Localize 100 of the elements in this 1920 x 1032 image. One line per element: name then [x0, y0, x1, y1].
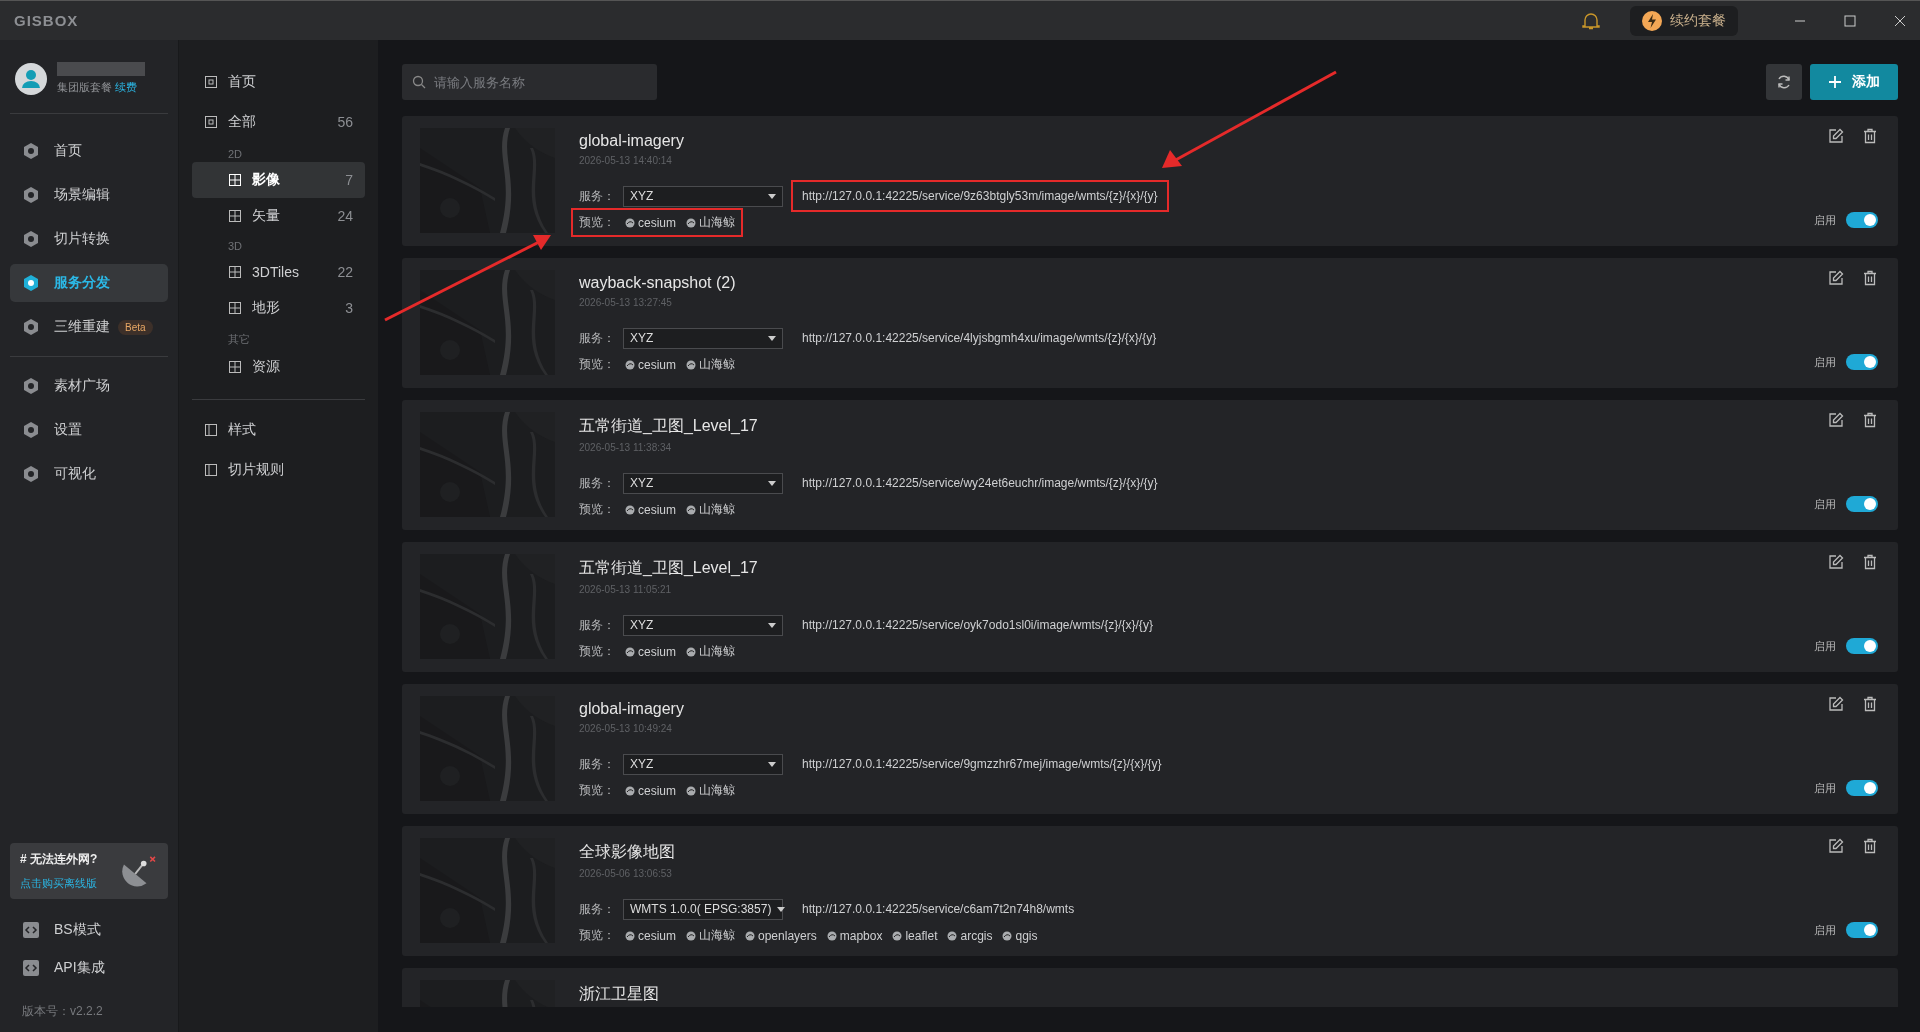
- preview-link[interactable]: cesium: [625, 644, 676, 659]
- service-type-dropdown[interactable]: XYZ: [623, 753, 783, 775]
- preview-link[interactable]: 山海鲸: [686, 927, 735, 944]
- service-url[interactable]: http://127.0.0.1:42225/service/wy24et6euchr/image/wmts/{z}/{x}/{y}: [799, 473, 1161, 493]
- delete-icon[interactable]: [1862, 128, 1878, 144]
- caret-icon: [768, 761, 776, 767]
- preview-link[interactable]: qgis: [1002, 928, 1038, 943]
- hexagon-icon: [22, 230, 40, 248]
- grid-icon: [228, 360, 242, 374]
- service-type-dropdown[interactable]: XYZ: [623, 185, 783, 207]
- promo-title: # 无法连外网?: [20, 851, 98, 868]
- renew-plan-button[interactable]: 续约套餐: [1630, 5, 1738, 36]
- category-item[interactable]: 矢量 24: [192, 198, 365, 234]
- search-field[interactable]: 请输入服务名称: [402, 64, 657, 100]
- service-type-dropdown[interactable]: XYZ: [623, 327, 783, 349]
- delete-icon[interactable]: [1862, 554, 1878, 570]
- caret-icon: [768, 193, 776, 199]
- enable-label: 启用: [1814, 212, 1836, 228]
- service-type-dropdown[interactable]: XYZ: [623, 614, 783, 636]
- preview-link[interactable]: 山海鲸: [686, 214, 735, 231]
- maximize-icon[interactable]: [1844, 14, 1856, 27]
- service-url[interactable]: http://127.0.0.1:42225/service/c6am7t2n74h8/wmts: [799, 899, 1078, 919]
- nav-item[interactable]: 素材广场: [10, 367, 168, 405]
- delete-icon[interactable]: [1862, 412, 1878, 428]
- preview-link[interactable]: cesium: [625, 357, 676, 372]
- bell-icon[interactable]: [1582, 10, 1600, 31]
- enable-toggle[interactable]: [1846, 496, 1878, 512]
- nav-item[interactable]: 首页: [10, 132, 168, 170]
- service-name: 五常街道_卫图_Level_17: [579, 416, 759, 436]
- category-item[interactable]: 地形 3: [192, 290, 365, 326]
- enable-toggle[interactable]: [1846, 354, 1878, 370]
- preview-link[interactable]: 山海鲸: [686, 501, 735, 518]
- preview-label: 预览：: [579, 501, 615, 518]
- preview-link[interactable]: arcgis: [947, 928, 993, 943]
- caret-icon: [768, 622, 776, 628]
- category-item[interactable]: 首页: [192, 62, 365, 102]
- category-item[interactable]: 全部 56: [192, 102, 365, 142]
- enable-toggle[interactable]: [1846, 212, 1878, 228]
- category-item[interactable]: 切片规则: [192, 450, 365, 490]
- preview-link[interactable]: 山海鲸: [686, 643, 735, 660]
- preview-link[interactable]: leaflet: [892, 928, 938, 943]
- engine-icon: [826, 930, 837, 941]
- enable-toggle[interactable]: [1846, 638, 1878, 654]
- service-name: 全球影像地图: [579, 842, 676, 862]
- renew-link[interactable]: 续费: [115, 81, 138, 93]
- service-label: 服务：: [579, 474, 615, 492]
- preview-link[interactable]: cesium: [625, 928, 676, 943]
- grid-icon: [228, 301, 242, 315]
- preview-label: 预览：: [579, 356, 615, 373]
- preview-link[interactable]: cesium: [625, 215, 676, 230]
- service-url[interactable]: http://127.0.0.1:42225/service/4lyjsbgmh4xu/image/wmts/{z}/{x}/{y}: [799, 328, 1160, 348]
- service-url[interactable]: http://127.0.0.1:42225/service/9z63btgly53m/image/wmts/{z}/{x}/{y}: [799, 186, 1161, 206]
- edit-icon[interactable]: [1828, 554, 1844, 570]
- nav-item[interactable]: 设置: [10, 411, 168, 449]
- preview-link[interactable]: 山海鲸: [686, 782, 735, 799]
- category-item[interactable]: 影像 7: [192, 162, 365, 198]
- nav-item[interactable]: 场景编辑: [10, 176, 168, 214]
- preview-link[interactable]: 山海鲸: [686, 356, 735, 373]
- preview-link[interactable]: cesium: [625, 502, 676, 517]
- preview-link[interactable]: cesium: [625, 783, 676, 798]
- delete-icon[interactable]: [1862, 696, 1878, 712]
- nav-item[interactable]: 三维重建 Beta: [10, 308, 168, 346]
- engine-icon: [625, 359, 635, 370]
- delete-icon[interactable]: [1862, 270, 1878, 286]
- preview-label: 预览：: [579, 927, 615, 944]
- engine-icon: [625, 217, 635, 228]
- beta-badge: Beta: [118, 319, 153, 335]
- edit-icon[interactable]: [1828, 838, 1844, 854]
- hexagon-icon: [22, 465, 40, 483]
- preview-link[interactable]: mapbox: [826, 928, 883, 943]
- service-url[interactable]: http://127.0.0.1:42225/service/oyk7odo1sl0i/image/wmts/{z}/{x}/{y}: [799, 615, 1156, 635]
- service-label: 服务：: [579, 329, 615, 347]
- nav-item[interactable]: 可视化: [10, 455, 168, 493]
- nav-item[interactable]: API集成: [10, 949, 168, 987]
- enable-toggle[interactable]: [1846, 922, 1878, 938]
- edit-icon[interactable]: [1828, 270, 1844, 286]
- service-url[interactable]: http://127.0.0.1:42225/service/9gmzzhr67mej/image/wmts/{z}/{x}/{y}: [799, 754, 1165, 774]
- enable-label: 启用: [1814, 496, 1836, 512]
- edit-icon[interactable]: [1828, 696, 1844, 712]
- edit-icon[interactable]: [1828, 128, 1844, 144]
- category-item[interactable]: 资源: [192, 349, 365, 385]
- nav-item[interactable]: 切片转换: [10, 220, 168, 258]
- buy-offline-link[interactable]: 点击购买离线版: [20, 876, 98, 891]
- service-type-dropdown[interactable]: WMTS 1.0.0( EPSG:3857): [623, 898, 783, 920]
- service-time: 2026-05-13 11:05:21: [579, 584, 673, 595]
- nav-item[interactable]: 服务分发: [10, 264, 168, 302]
- service-label: 服务：: [579, 900, 615, 918]
- category-item[interactable]: 3DTiles 22: [192, 254, 365, 290]
- close-icon[interactable]: [1894, 14, 1906, 27]
- service-type-dropdown[interactable]: XYZ: [623, 472, 783, 494]
- refresh-icon: [1776, 74, 1792, 90]
- preview-link[interactable]: openlayers: [745, 928, 817, 943]
- nav-item[interactable]: BS模式: [10, 911, 168, 949]
- enable-toggle[interactable]: [1846, 780, 1878, 796]
- category-item[interactable]: 样式: [192, 410, 365, 450]
- panel-icon: [204, 463, 218, 477]
- add-button[interactable]: 添加: [1810, 64, 1898, 100]
- delete-icon[interactable]: [1862, 838, 1878, 854]
- refresh-button[interactable]: [1766, 64, 1802, 100]
- edit-icon[interactable]: [1828, 412, 1844, 428]
